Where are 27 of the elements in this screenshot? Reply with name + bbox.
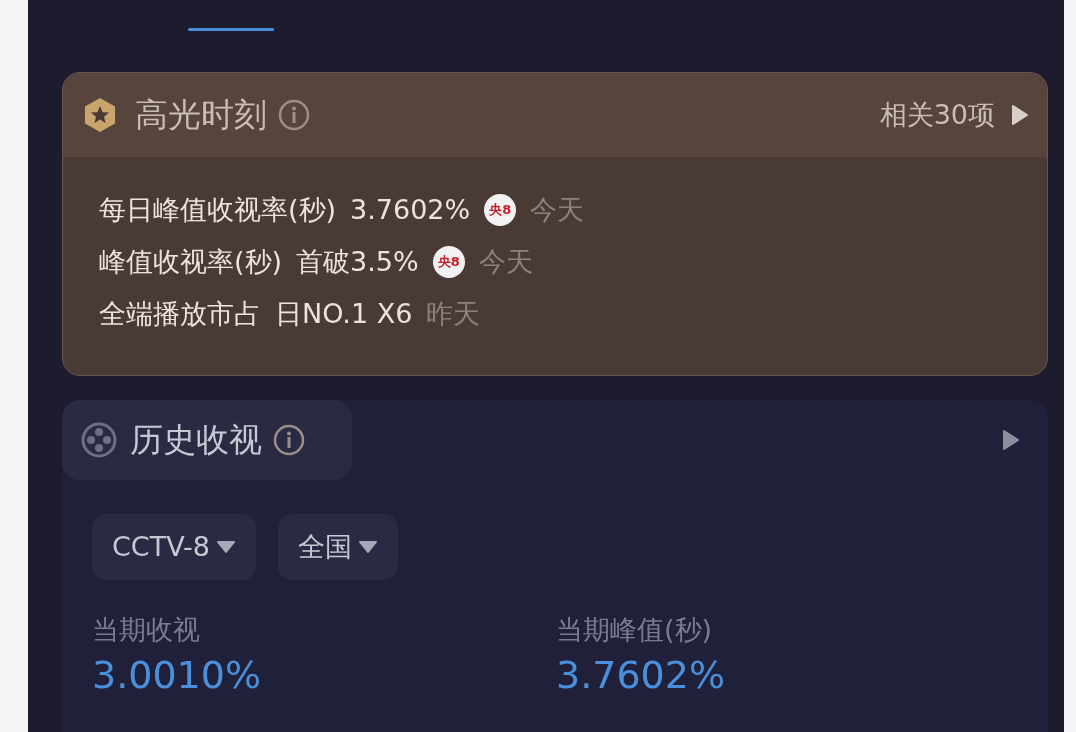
channel-badge: 央8 bbox=[484, 194, 517, 226]
filter-dropdown[interactable]: 全国 bbox=[278, 514, 398, 580]
caret-icon bbox=[216, 540, 236, 554]
channel-badge: 央8 bbox=[432, 246, 465, 278]
highlight-time: 今天 bbox=[530, 193, 585, 227]
highlight-value: 首破3.5% bbox=[296, 245, 419, 279]
play-icon[interactable] bbox=[1011, 104, 1029, 126]
play-icon[interactable] bbox=[1002, 429, 1020, 451]
stat-value: 3.7602% bbox=[556, 651, 727, 699]
section-title: 高光时刻 bbox=[135, 94, 267, 137]
info-icon[interactable] bbox=[272, 423, 306, 457]
filter-dropdown[interactable]: CCTV-8 bbox=[92, 514, 256, 580]
highlight-label: 全端播放市占 bbox=[99, 297, 261, 331]
highlight-time: 今天 bbox=[478, 245, 533, 279]
related-link[interactable]: 相关30项 bbox=[879, 94, 995, 136]
stat-label: 当期收视 bbox=[92, 613, 201, 647]
highlight-label: 峰值收视率(秒) bbox=[99, 245, 283, 279]
highlight-value: 日NO.1 X6 bbox=[275, 297, 413, 331]
highlight-time: 昨天 bbox=[426, 297, 481, 331]
highlight-label: 每日峰值收视率(秒) bbox=[99, 193, 337, 227]
stat-value: 3.0010% bbox=[92, 651, 263, 699]
highlight-value: 3.7602% bbox=[350, 193, 471, 227]
section-title: 历史收视 bbox=[130, 419, 262, 462]
caret-icon bbox=[358, 540, 378, 554]
stat-label: 当期峰值(秒) bbox=[556, 613, 714, 647]
film-reel-icon bbox=[80, 421, 118, 459]
info-icon[interactable] bbox=[277, 98, 311, 132]
